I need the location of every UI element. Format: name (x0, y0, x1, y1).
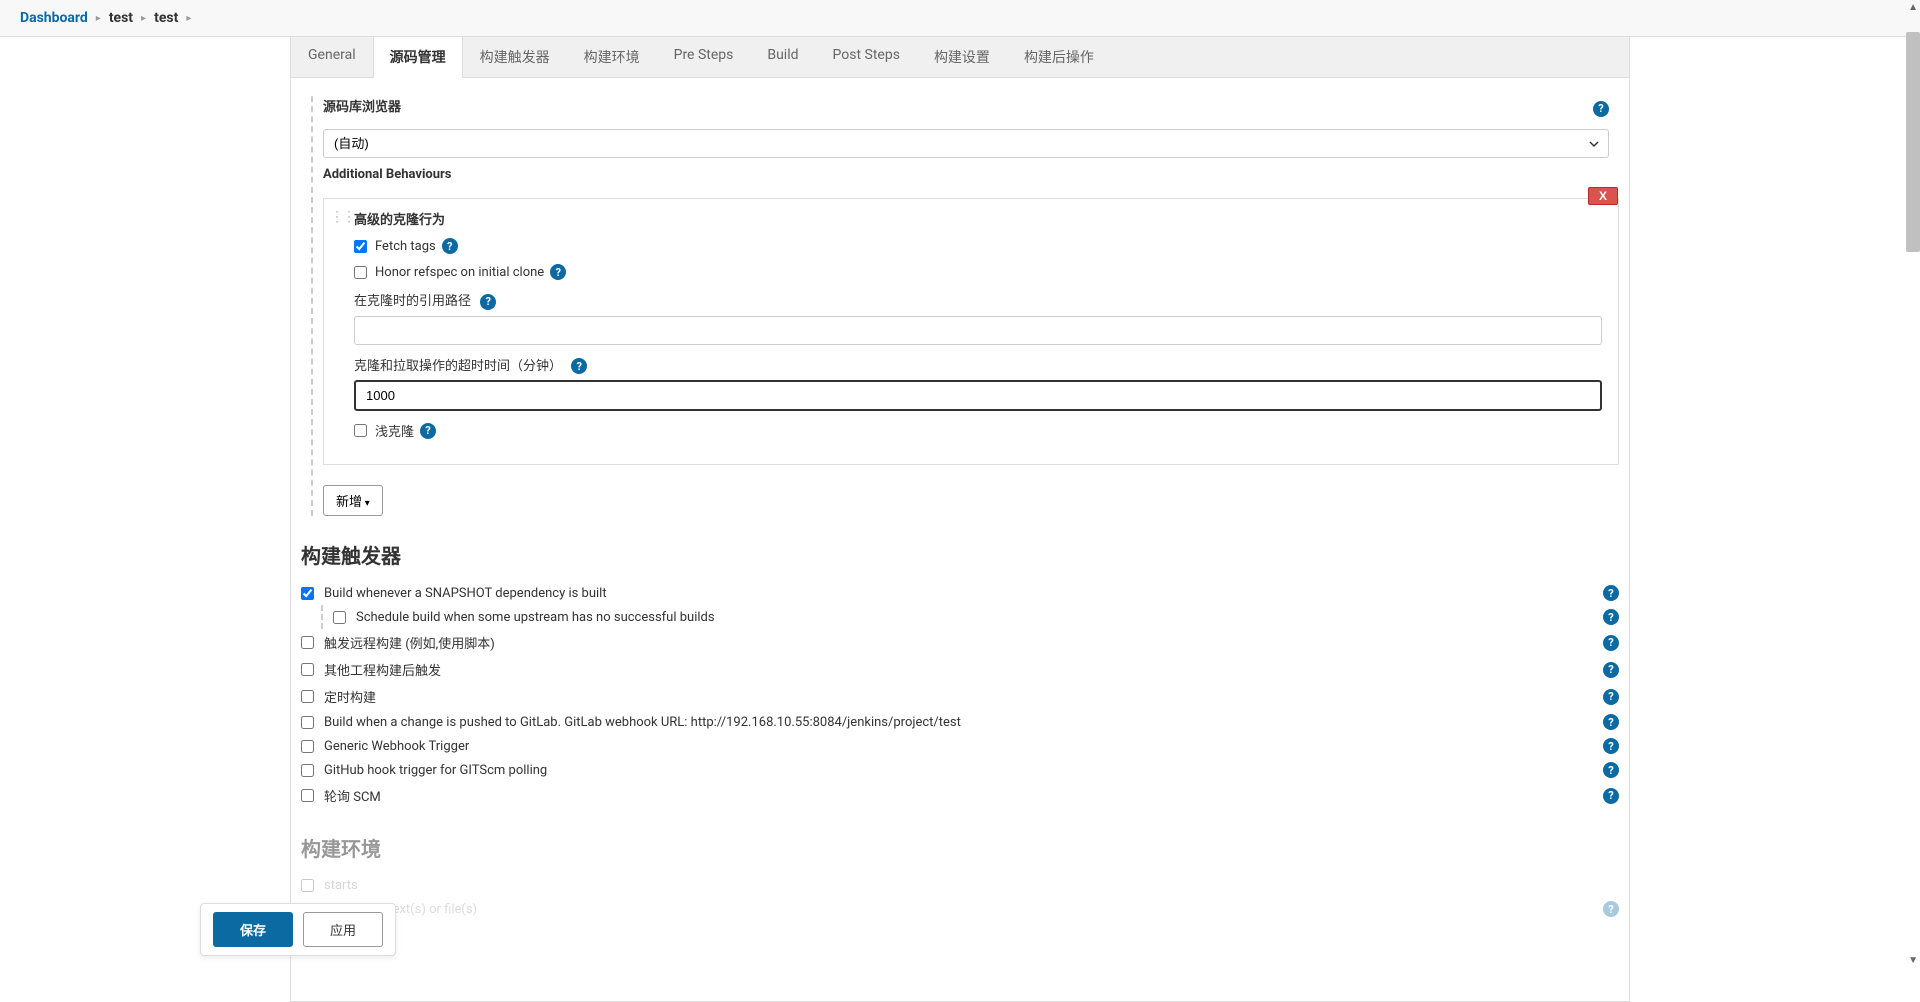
help-icon[interactable]: ? (1603, 788, 1619, 804)
secret-text-label: Use secret text(s) or file(s) (324, 902, 1597, 917)
tab-settings[interactable]: 构建设置 (917, 37, 1007, 77)
tab-presteps[interactable]: Pre Steps (657, 37, 751, 77)
repo-browser-select[interactable]: (自动) (323, 129, 1609, 158)
snapshot-trigger-checkbox[interactable] (301, 587, 314, 600)
help-icon[interactable]: ? (1603, 714, 1619, 730)
tab-general[interactable]: General (291, 37, 373, 77)
tab-poststeps[interactable]: Post Steps (816, 37, 917, 77)
breadcrumb: Dashboard ▸ test ▸ test ▸ (0, 0, 1920, 37)
shallow-clone-label: 浅克隆 (375, 421, 414, 440)
generic-webhook-checkbox[interactable] (301, 740, 314, 753)
chevron-right-icon: ▸ (96, 13, 101, 24)
help-icon[interactable]: ? (550, 264, 566, 280)
help-icon[interactable]: ? (571, 358, 587, 374)
snapshot-trigger-label: Build whenever a SNAPSHOT dependency is … (324, 586, 1597, 601)
timeout-input[interactable] (354, 380, 1602, 411)
chevron-right-icon: ▸ (186, 13, 191, 24)
help-icon[interactable]: ? (1593, 101, 1609, 117)
delete-behaviour-button[interactable]: X (1588, 187, 1618, 205)
help-icon[interactable]: ? (480, 294, 496, 310)
breadcrumb-item-2[interactable]: test (154, 10, 178, 26)
gitlab-trigger-checkbox[interactable] (301, 716, 314, 729)
footer-buttons: 保存 应用 (200, 903, 396, 956)
tab-build[interactable]: Build (750, 37, 815, 77)
breadcrumb-item-1[interactable]: test (109, 10, 133, 26)
advanced-clone-behaviour-box: X ⋮⋮ 高级的克隆行为 Fetch tags ? Honor refspec … (323, 198, 1619, 465)
schedule-upstream-label: Schedule build when some upstream has no… (356, 610, 1597, 625)
help-icon[interactable]: ? (1603, 901, 1619, 917)
drag-handle-icon[interactable]: ⋮⋮ (330, 209, 354, 225)
gitlab-trigger-label: Build when a change is pushed to GitLab.… (324, 715, 1597, 730)
help-icon[interactable]: ? (1603, 762, 1619, 778)
fetch-tags-label: Fetch tags (375, 239, 436, 254)
help-icon[interactable]: ? (1603, 609, 1619, 625)
scroll-down-icon[interactable]: ▼ (1908, 955, 1918, 966)
delete-ws-label: starts (324, 878, 1619, 893)
cron-label: 定时构建 (324, 687, 1597, 706)
build-env-heading: 构建环境 (301, 833, 1619, 862)
help-icon[interactable]: ? (1603, 635, 1619, 651)
poll-scm-label: 轮询 SCM (324, 786, 1597, 805)
other-proj-label: 其他工程构建后触发 (324, 660, 1597, 679)
help-icon[interactable]: ? (1603, 738, 1619, 754)
delete-ws-checkbox[interactable] (301, 879, 314, 892)
timeout-label: 克隆和拉取操作的超时时间（分钟） (354, 359, 562, 374)
honor-refspec-checkbox[interactable] (354, 266, 367, 279)
build-triggers-heading: 构建触发器 (301, 540, 1619, 569)
schedule-upstream-checkbox[interactable] (333, 611, 346, 624)
generic-webhook-label: Generic Webhook Trigger (324, 739, 1597, 754)
github-trigger-label: GitHub hook trigger for GITScm polling (324, 763, 1597, 778)
remote-trigger-label: 触发远程构建 (例如,使用脚本) (324, 633, 1597, 652)
scrollbar-thumb[interactable] (1906, 32, 1920, 252)
other-proj-checkbox[interactable] (301, 663, 314, 676)
help-icon[interactable]: ? (1603, 662, 1619, 678)
tab-env[interactable]: 构建环境 (567, 37, 657, 77)
shallow-clone-checkbox[interactable] (354, 424, 367, 437)
help-icon[interactable]: ? (420, 423, 436, 439)
fetch-tags-checkbox[interactable] (354, 240, 367, 253)
tab-scm[interactable]: 源码管理 (373, 37, 463, 78)
github-trigger-checkbox[interactable] (301, 764, 314, 777)
poll-scm-checkbox[interactable] (301, 789, 314, 802)
breadcrumb-root[interactable]: Dashboard (20, 10, 88, 26)
reference-path-label: 在克隆时的引用路径 (354, 294, 471, 309)
add-behaviour-button[interactable]: 新增 (323, 485, 383, 516)
help-icon[interactable]: ? (442, 238, 458, 254)
apply-button[interactable]: 应用 (303, 912, 383, 947)
cron-checkbox[interactable] (301, 690, 314, 703)
help-icon[interactable]: ? (1603, 585, 1619, 601)
tab-postactions[interactable]: 构建后操作 (1007, 37, 1111, 77)
scroll-up-icon[interactable]: ▲ (1908, 2, 1918, 13)
chevron-right-icon: ▸ (141, 13, 146, 24)
honor-refspec-label: Honor refspec on initial clone (375, 265, 544, 280)
save-button[interactable]: 保存 (213, 912, 293, 947)
help-icon[interactable]: ? (1603, 689, 1619, 705)
config-tabs: General 源码管理 构建触发器 构建环境 Pre Steps Build … (290, 37, 1630, 78)
reference-path-input[interactable] (354, 316, 1602, 345)
advanced-clone-title: 高级的克隆行为 (354, 213, 445, 228)
additional-behaviours-label: Additional Behaviours (323, 167, 451, 182)
repo-browser-label: 源码库浏览器 (323, 96, 401, 115)
remote-trigger-checkbox[interactable] (301, 636, 314, 649)
tab-triggers[interactable]: 构建触发器 (463, 37, 567, 77)
